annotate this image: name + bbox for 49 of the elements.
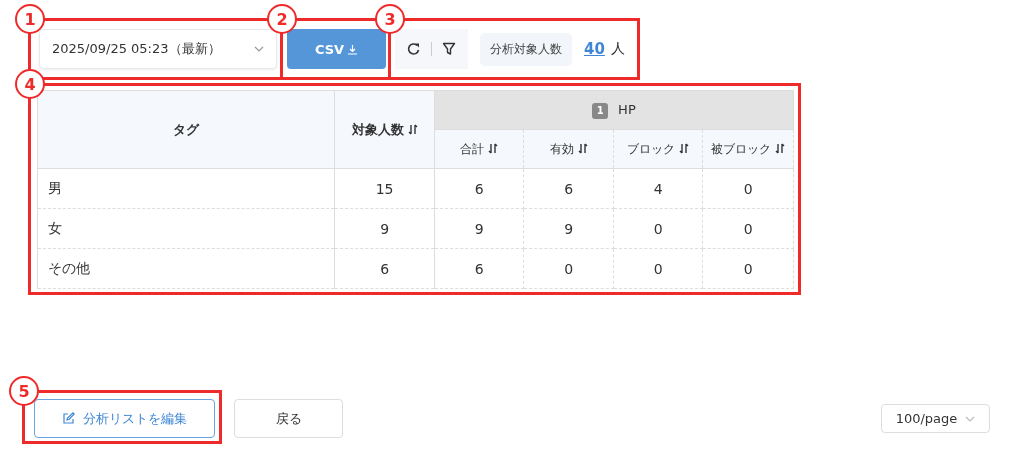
callout-number: 3	[375, 4, 405, 34]
refresh-icon[interactable]	[407, 42, 421, 56]
table-cell: 9	[434, 208, 524, 249]
table-cell: 0	[702, 168, 794, 209]
table-cell: 0	[523, 248, 614, 289]
group-number-badge: 1	[592, 102, 609, 119]
table-cell: その他	[37, 248, 335, 289]
column-header: タグ	[173, 121, 200, 137]
table-cell: 9	[523, 208, 614, 249]
chevron-down-icon	[965, 415, 976, 422]
column-header: ブロック	[627, 141, 676, 156]
table-cell: 0	[613, 208, 703, 249]
column-header: 被ブロック	[711, 141, 772, 156]
sort-icon[interactable]	[679, 142, 690, 154]
callout-number: 5	[9, 376, 39, 406]
table-cell: 6	[434, 168, 524, 209]
group-header: HP	[618, 101, 636, 117]
page-size-select[interactable]: 100/page	[881, 404, 990, 433]
snapshot-select[interactable]: 2025/09/25 05:23（最新）	[39, 29, 277, 69]
table-cell: 男	[37, 168, 335, 209]
column-header: 有効	[549, 141, 574, 156]
edit-icon	[62, 412, 75, 425]
sort-icon[interactable]	[775, 142, 786, 154]
callout-number: 1	[15, 4, 45, 34]
sort-icon[interactable]	[577, 142, 588, 154]
column-header: 合計	[460, 141, 485, 156]
table-cell: 9	[334, 208, 435, 249]
table-cell: 6	[434, 248, 524, 289]
sort-icon[interactable]	[407, 123, 418, 135]
callout-number: 4	[15, 69, 45, 99]
filter-icon[interactable]	[442, 42, 456, 56]
chevron-down-icon	[254, 46, 264, 52]
sort-icon[interactable]	[488, 142, 499, 154]
table-cell: 女	[37, 208, 335, 249]
table-cell: 15	[334, 168, 435, 209]
table-cell: 4	[613, 168, 703, 209]
edit-analysis-list-button[interactable]: 分析リストを編集	[34, 399, 215, 438]
table-cell: 0	[702, 248, 794, 289]
download-icon	[347, 43, 359, 55]
table-cell: 6	[523, 168, 614, 209]
column-header: 対象人数	[351, 121, 404, 137]
unit-label: 人	[610, 40, 625, 58]
table-cell: 0	[702, 208, 794, 249]
callout-number: 2	[267, 4, 297, 34]
table-cell: 6	[334, 248, 435, 289]
target-count-link[interactable]: 40	[584, 40, 605, 58]
table-cell: 0	[613, 248, 703, 289]
target-count-label: 分析対象人数	[480, 32, 572, 66]
back-button[interactable]: 戻る	[234, 399, 343, 438]
